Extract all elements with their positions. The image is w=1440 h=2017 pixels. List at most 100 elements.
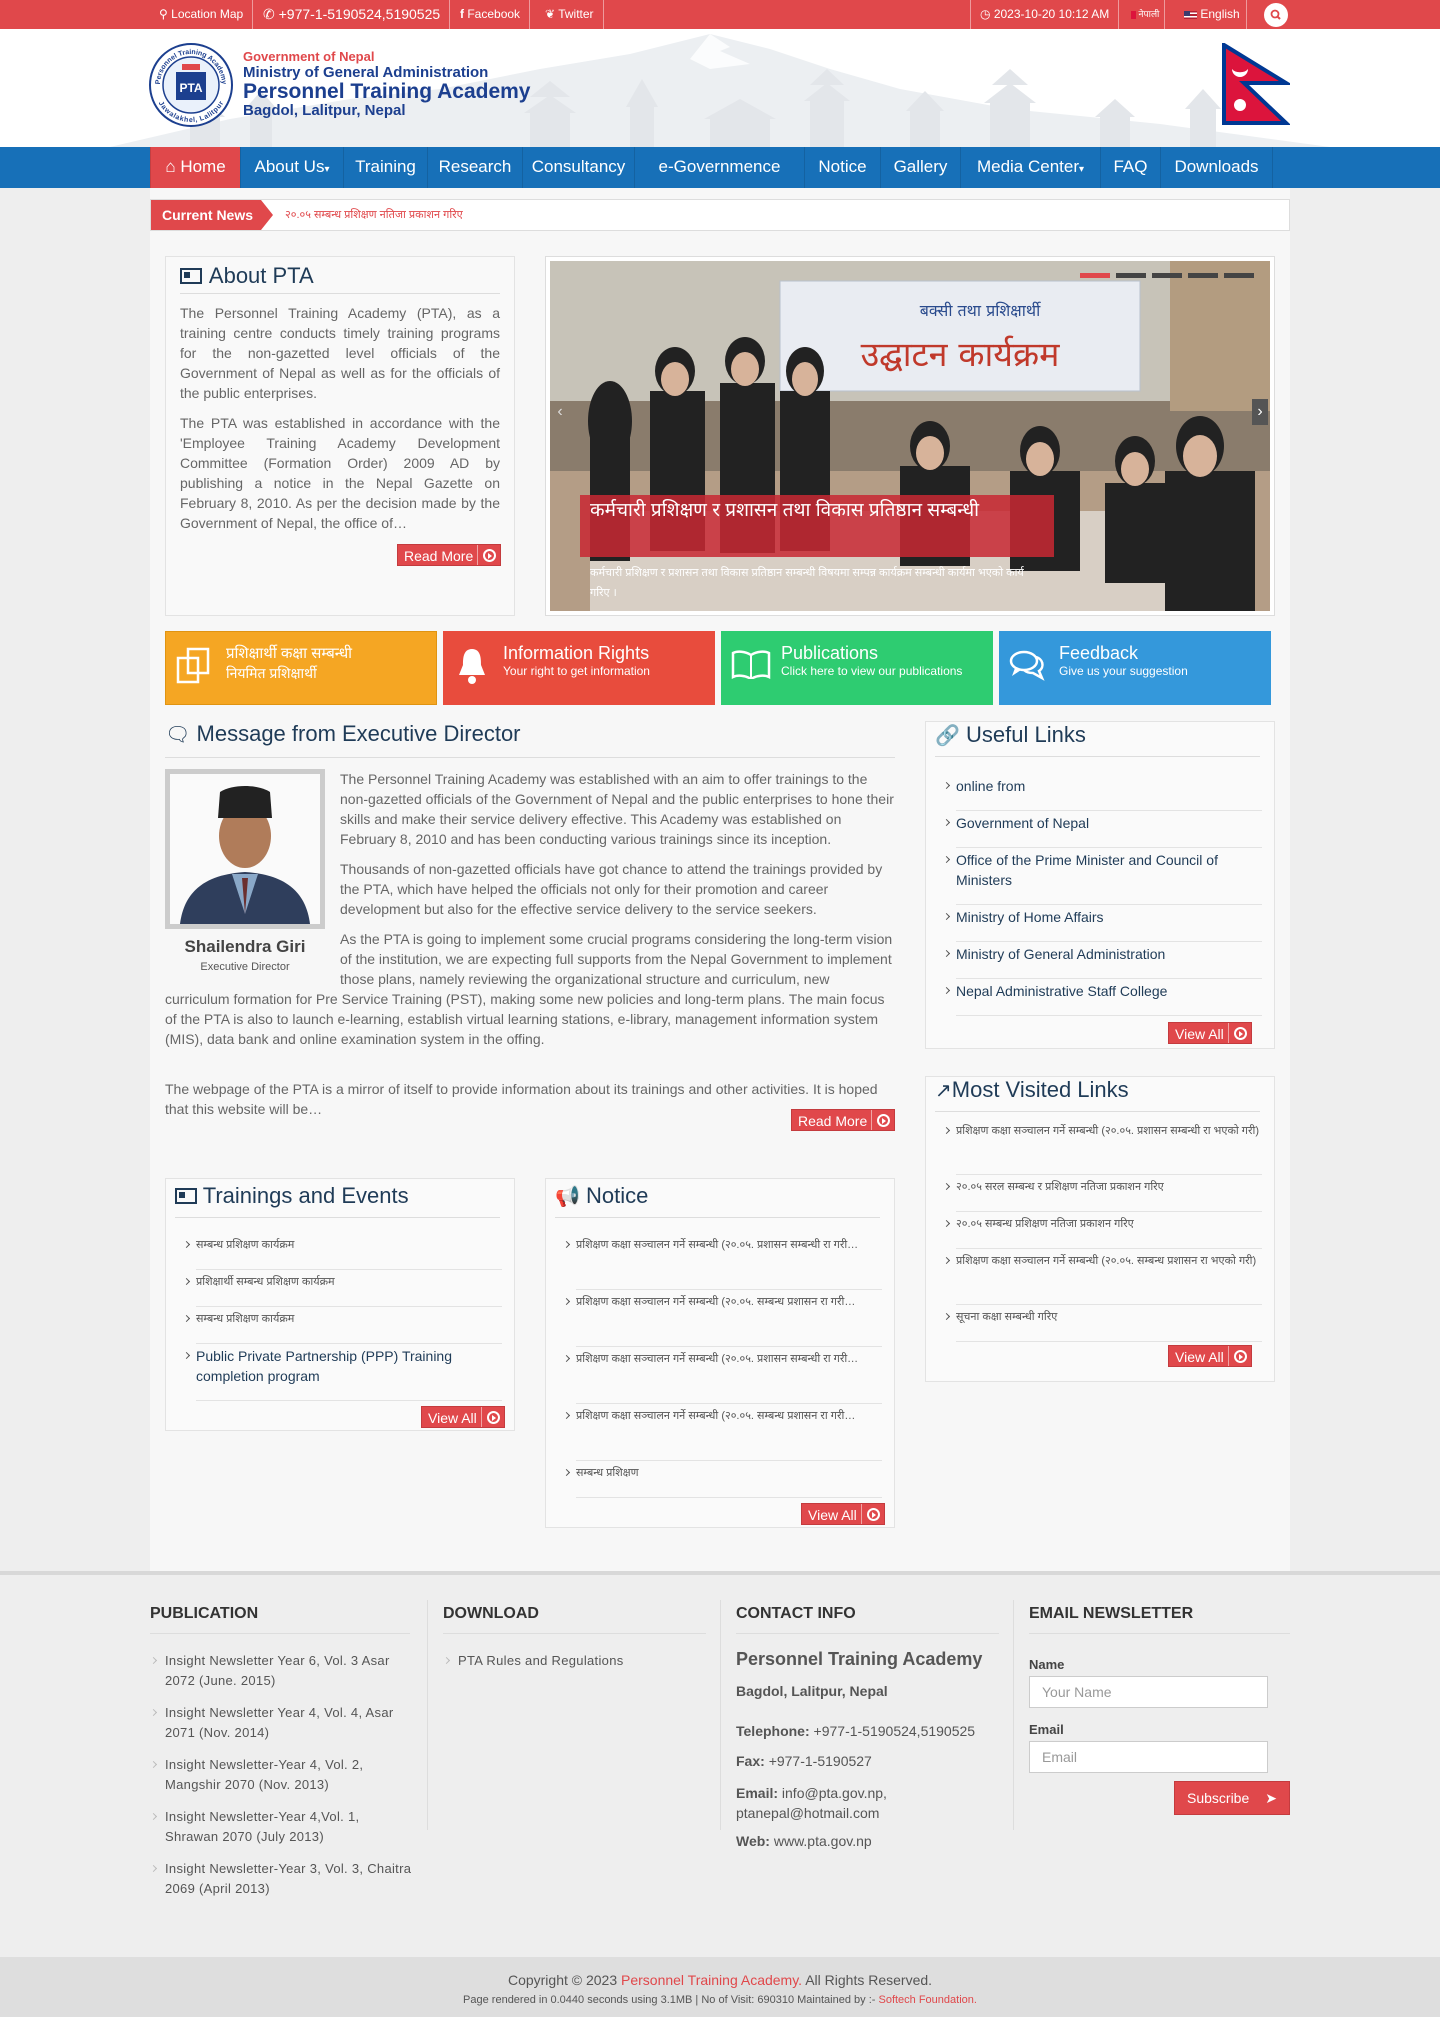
maintainer-link[interactable]: Softech Foundation. bbox=[878, 1994, 976, 2006]
phone-link[interactable]: ✆ +977-1-5190524,5190525 bbox=[254, 0, 451, 29]
most-visited-item[interactable]: सूचना कक्षा सम्बन्धी गरिए bbox=[942, 1307, 1262, 1342]
search-button[interactable] bbox=[1264, 3, 1288, 27]
nepal-flag-image bbox=[1222, 43, 1290, 125]
caret-down-icon: ▾ bbox=[1079, 164, 1085, 175]
nav-faq[interactable]: FAQ bbox=[1100, 147, 1160, 188]
publication-item[interactable]: Insight Newsletter-Year 4, Vol. 2, Mangs… bbox=[149, 1755, 415, 1795]
publication-item[interactable]: Insight Newsletter Year 4, Vol. 4, Asar … bbox=[149, 1703, 415, 1743]
training-label: प्रशिक्षार्थी सम्बन्ध प्रशिक्षण कार्यक्र… bbox=[196, 1276, 335, 1288]
newsletter-name-input[interactable]: Your Name bbox=[1029, 1676, 1268, 1708]
lang-english-link[interactable]: English bbox=[1178, 0, 1247, 29]
training-item[interactable]: सम्बन्ध प्रशिक्षण कार्यक्रम bbox=[182, 1309, 502, 1344]
most-visited-item[interactable]: २०.०५ सरल सम्बन्ध र प्रशिक्षण नतिजा प्रक… bbox=[942, 1177, 1262, 1212]
publication-item[interactable]: Insight Newsletter-Year 4,Vol. 1, Shrawa… bbox=[149, 1807, 415, 1847]
nav-home-label: Home bbox=[180, 157, 226, 176]
facebook-icon: f bbox=[460, 7, 464, 21]
notice-item[interactable]: प्रशिक्षण कक्षा सञ्चालन गर्ने सम्बन्धी (… bbox=[562, 1349, 882, 1404]
slider-dot-1[interactable] bbox=[1080, 273, 1110, 278]
subscribe-button[interactable]: Subscribe ➤ bbox=[1174, 1781, 1290, 1815]
nav-notice-label: Notice bbox=[818, 157, 867, 176]
director-photo bbox=[165, 769, 325, 929]
nav-research[interactable]: Research bbox=[427, 147, 522, 188]
tile-feedback-sub: Give us your suggestion bbox=[1059, 664, 1188, 678]
nav-consultancy-label: Consultancy bbox=[531, 157, 626, 176]
about-read-more-button[interactable]: Read More bbox=[397, 544, 501, 566]
us-flag-icon bbox=[1184, 10, 1197, 19]
notice-item[interactable]: प्रशिक्षण कक्षा सञ्चालन गर्ने सम्बन्धी (… bbox=[562, 1292, 882, 1347]
nav-media-center[interactable]: Media Center▾ bbox=[960, 147, 1100, 188]
useful-link-item[interactable]: Office of the Prime Minister and Council… bbox=[942, 850, 1262, 905]
telephone-label: Telephone: bbox=[736, 1723, 810, 1739]
banner-photo-text: उद्घाटन कार्यक्रम bbox=[861, 335, 1061, 375]
slider-dot-4[interactable] bbox=[1188, 273, 1218, 278]
footer-newsletter-heading: EMAIL NEWSLETTER bbox=[1029, 1605, 1194, 1622]
divider bbox=[150, 1633, 410, 1634]
phone-label: +977-1-5190524,5190525 bbox=[278, 6, 441, 22]
notice-item[interactable]: सम्बन्ध प्रशिक्षण bbox=[562, 1463, 882, 1498]
training-item[interactable]: प्रशिक्षार्थी सम्बन्ध प्रशिक्षण कार्यक्र… bbox=[182, 1272, 502, 1307]
nav-about-us[interactable]: About Us▾ bbox=[240, 147, 343, 188]
publication-item[interactable]: Insight Newsletter Year 6, Vol. 3 Asar 2… bbox=[149, 1651, 415, 1691]
newspaper-icon bbox=[180, 268, 202, 284]
divider bbox=[555, 1217, 880, 1218]
useful-links-view-all-button[interactable]: View All bbox=[1168, 1022, 1252, 1044]
training-label: सम्बन्ध प्रशिक्षण कार्यक्रम bbox=[196, 1239, 295, 1251]
useful-links-title: Useful Links bbox=[966, 722, 1086, 747]
notice-item[interactable]: प्रशिक्षण कक्षा सञ्चालन गर्ने सम्बन्धी (… bbox=[562, 1406, 882, 1461]
notice-item[interactable]: प्रशिक्षण कक्षा सञ्चालन गर्ने सम्बन्धी (… bbox=[562, 1235, 882, 1290]
slider-dot-2[interactable] bbox=[1116, 273, 1146, 278]
nav-training[interactable]: Training bbox=[343, 147, 427, 188]
nav-gallery-label: Gallery bbox=[893, 157, 948, 176]
divider bbox=[861, 1504, 862, 1524]
footer-publication-heading: PUBLICATION bbox=[150, 1605, 259, 1622]
most-visited-view-all-button[interactable]: View All bbox=[1168, 1345, 1252, 1367]
trainings-view-all-button[interactable]: View All bbox=[421, 1406, 505, 1428]
web-value[interactable]: www.pta.gov.np bbox=[774, 1833, 872, 1849]
nav-gallery[interactable]: Gallery bbox=[880, 147, 960, 188]
nav-consultancy[interactable]: Consultancy bbox=[522, 147, 634, 188]
useful-link-item[interactable]: Ministry of Home Affairs bbox=[942, 907, 1262, 942]
training-item[interactable]: सम्बन्ध प्रशिक्षण कार्यक्रम bbox=[182, 1235, 502, 1270]
ticker-arrow bbox=[261, 200, 273, 230]
nav-e-governmence[interactable]: e-Governmence bbox=[634, 147, 804, 188]
tile-feedback[interactable]: Feedback Give us your suggestion bbox=[999, 631, 1271, 705]
useful-link-item[interactable]: Ministry of General Administration bbox=[942, 944, 1262, 979]
circle-play-icon bbox=[867, 1508, 880, 1521]
most-visited-item[interactable]: २०.०५ सम्बन्ध प्रशिक्षण नतिजा प्रकाशन गर… bbox=[942, 1214, 1262, 1249]
nav-home[interactable]: ⌂ Home bbox=[150, 147, 240, 188]
copyright-org-link[interactable]: Personnel Training Academy. bbox=[621, 1972, 802, 1988]
useful-link-item[interactable]: Nepal Administrative Staff College bbox=[942, 981, 1262, 1016]
tile-publications[interactable]: Publications Click here to view our publ… bbox=[721, 631, 993, 705]
message-read-more-button[interactable]: Read More bbox=[791, 1109, 895, 1131]
publication-item[interactable]: Insight Newsletter-Year 3, Vol. 3, Chait… bbox=[149, 1859, 415, 1899]
twitter-link[interactable]: ❦ Twitter bbox=[536, 0, 604, 29]
lang-nepali-link[interactable]: नेपाली bbox=[1126, 0, 1166, 29]
tile-trainees[interactable]: प्रशिक्षार्थी कक्षा सम्बन्धी नियमित प्रश… bbox=[165, 631, 437, 705]
nav-downloads-label: Downloads bbox=[1174, 157, 1259, 176]
most-visited-item[interactable]: प्रशिक्षण कक्षा सञ्चालन गर्ने सम्बन्धी (… bbox=[942, 1121, 1262, 1175]
facebook-link[interactable]: f Facebook bbox=[451, 0, 531, 29]
download-item[interactable]: PTA Rules and Regulations bbox=[442, 1651, 708, 1671]
slider-prev-button[interactable]: ‹ bbox=[552, 399, 568, 425]
twitter-label: Twitter bbox=[558, 7, 594, 21]
newsletter-email-input[interactable]: Email bbox=[1029, 1741, 1268, 1773]
contact-address: Bagdol, Lalitpur, Nepal bbox=[736, 1683, 888, 1699]
site-address: Bagdol, Lalitpur, Nepal bbox=[243, 102, 406, 119]
nav-notice[interactable]: Notice bbox=[804, 147, 880, 188]
tile-information-rights[interactable]: Information Rights Your right to get inf… bbox=[443, 631, 715, 705]
ticker-news-link[interactable]: २०.०५ सम्बन्ध प्रशिक्षण नतिजा प्रकाशन गर… bbox=[285, 200, 463, 230]
location-map-link[interactable]: ⚲ Location Map bbox=[150, 0, 254, 29]
notice-view-all-button[interactable]: View All bbox=[801, 1503, 885, 1525]
nav-downloads[interactable]: Downloads bbox=[1160, 147, 1273, 188]
training-item[interactable]: Public Private Partnership (PPP) Trainin… bbox=[182, 1346, 502, 1401]
slider-next-button[interactable]: › bbox=[1252, 399, 1268, 425]
phone-icon: ✆ bbox=[263, 6, 275, 22]
useful-link-item[interactable]: Government of Nepal bbox=[942, 813, 1262, 848]
fax-value: +977-1-5190527 bbox=[768, 1753, 872, 1769]
most-visited-item[interactable]: प्रशिक्षण कक्षा सञ्चालन गर्ने सम्बन्धी (… bbox=[942, 1251, 1262, 1305]
useful-link-item[interactable]: online from bbox=[942, 776, 1262, 811]
slider-dot-5[interactable] bbox=[1224, 273, 1254, 278]
useful-link-label: Government of Nepal bbox=[956, 815, 1090, 831]
footer-download-heading: DOWNLOAD bbox=[443, 1605, 539, 1622]
slider-dot-3[interactable] bbox=[1152, 273, 1182, 278]
